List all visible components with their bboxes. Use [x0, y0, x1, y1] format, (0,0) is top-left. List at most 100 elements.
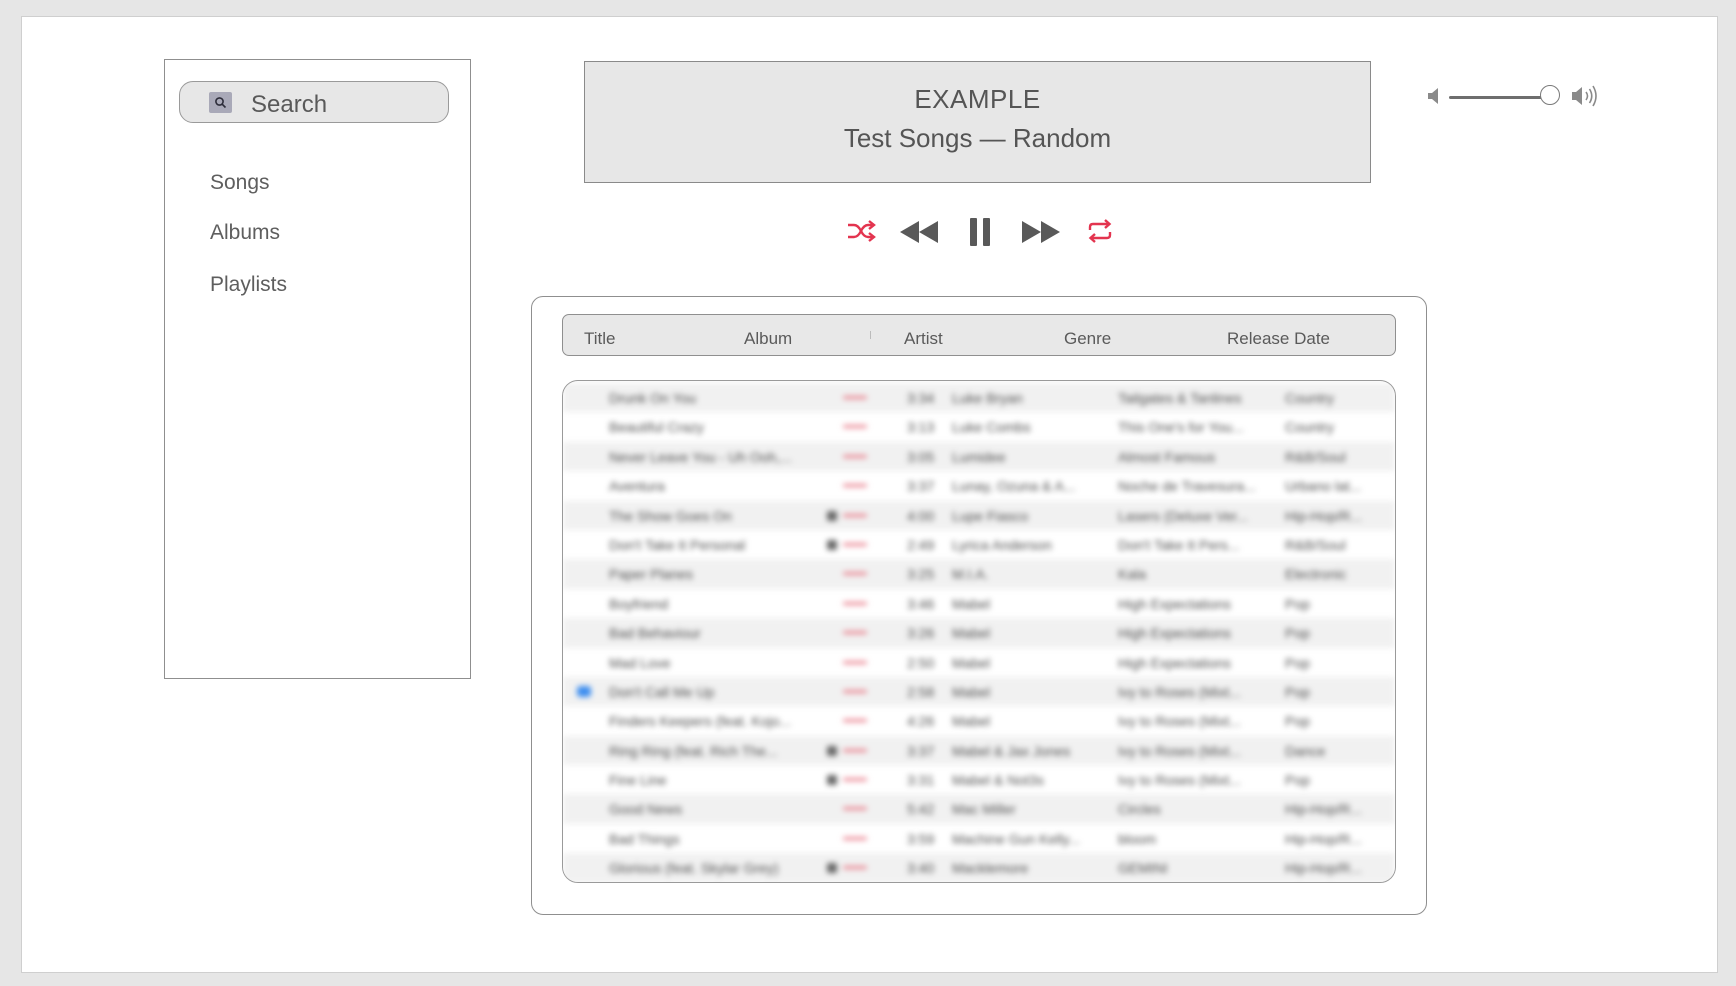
- track-title: Fine Line: [609, 772, 667, 789]
- track-album: Circles: [1118, 801, 1161, 818]
- table-row[interactable]: Ring Ring (feat. Rich The... 3:37 Mabel & …: [563, 735, 1395, 766]
- love-icon[interactable]: [843, 689, 867, 693]
- track-genre: Pop: [1285, 625, 1310, 642]
- table-row[interactable]: Fine Line 3:31 Mabel & Not3s Ivy to Roses (…: [563, 765, 1395, 794]
- explicit-badge-icon: [827, 863, 837, 874]
- volume-slider-knob[interactable]: [1540, 85, 1560, 105]
- track-album: Ivy to Roses (Mixt...: [1118, 683, 1241, 700]
- table-row[interactable]: Mad Love 2:50 Mabel High Expectations Pop: [563, 648, 1395, 677]
- column-divider: [870, 331, 871, 339]
- track-album: Noche de Travesura...: [1118, 478, 1256, 495]
- track-time: 3:13: [907, 419, 935, 436]
- table-row[interactable]: Don't Call Me Up 2:58 Mabel Ivy to Roses (M…: [563, 676, 1395, 707]
- track-title: Paper Planes: [609, 566, 694, 583]
- table-row[interactable]: Finders Keepers (feat. Kojo... 4:26 Mabel I…: [563, 706, 1395, 735]
- track-genre: Dance: [1285, 742, 1326, 759]
- table-row[interactable]: Boyfriend 3:46 Mabel High Expectations Pop: [563, 589, 1395, 618]
- track-artist: Mabel: [952, 713, 991, 730]
- love-icon[interactable]: [843, 748, 867, 752]
- track-time: 3:40: [907, 860, 935, 877]
- love-icon[interactable]: [843, 866, 867, 870]
- track-title: Don't Call Me Up: [609, 683, 715, 700]
- fast-forward-icon[interactable]: [1020, 219, 1062, 245]
- track-genre: Country: [1285, 390, 1335, 406]
- track-title: Bad Behaviour: [609, 625, 701, 642]
- love-icon[interactable]: [843, 631, 867, 635]
- column-header-genre[interactable]: Genre: [1064, 329, 1111, 349]
- love-icon[interactable]: [843, 778, 867, 782]
- love-icon[interactable]: [843, 719, 867, 723]
- table-row[interactable]: Glorious (feat. Skylar Grey) 3:40 Macklemo…: [563, 853, 1395, 882]
- now-playing-display: EXAMPLE Test Songs — Random: [584, 61, 1371, 183]
- track-artist: Lunay, Ozuna & A...: [952, 478, 1076, 495]
- track-album: Lasers (Deluxe Ver...: [1118, 507, 1248, 524]
- shuffle-icon[interactable]: [846, 219, 876, 243]
- column-header-title[interactable]: Title: [584, 329, 616, 349]
- now-playing-subtitle: Test Songs — Random: [843, 123, 1112, 153]
- sidebar-item-playlists[interactable]: Playlists: [210, 273, 287, 297]
- track-artist: Mabel: [952, 654, 991, 671]
- table-row[interactable]: The Show Goes On 4:00 Lupe Fiasco Lasers (D…: [563, 500, 1395, 530]
- love-icon[interactable]: [843, 425, 867, 429]
- explicit-badge-icon: [827, 775, 837, 786]
- library-panel: Title Album Artist Genre Release Date Dr…: [531, 296, 1427, 915]
- track-time: 3:26: [907, 625, 935, 642]
- love-icon[interactable]: [843, 454, 867, 458]
- sidebar-item-songs[interactable]: Songs: [210, 171, 270, 195]
- track-time: 3:25: [907, 566, 935, 583]
- track-artist: Mabel & Jax Jones: [952, 742, 1071, 759]
- sidebar-item-albums[interactable]: Albums: [210, 221, 280, 245]
- table-row[interactable]: Good News 5:42 Mac Miller Circles Hip-Hop/R.…: [563, 794, 1395, 824]
- love-icon[interactable]: [843, 601, 867, 605]
- track-title: Bad Things: [609, 830, 680, 847]
- search-field[interactable]: Search: [179, 81, 449, 123]
- track-genre: Pop: [1285, 713, 1310, 730]
- column-header-release-date[interactable]: Release Date: [1227, 329, 1330, 349]
- table-row[interactable]: Bad Things 3:59 Machine Gun Kelly... bloom H…: [563, 824, 1395, 853]
- track-time: 3:37: [907, 742, 935, 759]
- track-time: 5:42: [907, 801, 935, 818]
- column-header-bar: Title Album Artist Genre Release Date: [562, 314, 1396, 356]
- table-row[interactable]: Aventura 3:37 Lunay, Ozuna & A... Noche de …: [563, 471, 1395, 500]
- love-icon[interactable]: [843, 836, 867, 840]
- table-row[interactable]: Beautiful Crazy 3:13 Luke Combs This One's …: [563, 412, 1395, 441]
- love-icon[interactable]: [843, 807, 867, 811]
- table-row[interactable]: Never Leave You - Uh Ooh,... 3:05 Lumidee A…: [563, 441, 1395, 472]
- track-album: Ivy to Roses (Mixt...: [1118, 772, 1241, 789]
- explicit-badge-icon: [827, 510, 837, 521]
- volume-control: [1427, 77, 1627, 117]
- table-row[interactable]: Paper Planes 3:25 M.I.A. Kala Electronic: [563, 559, 1395, 589]
- love-icon[interactable]: [843, 484, 867, 488]
- love-icon[interactable]: [843, 513, 867, 517]
- volume-low-icon[interactable]: [1427, 85, 1443, 107]
- track-title: Drunk On You: [609, 390, 697, 406]
- table-row[interactable]: Bad Behaviour 3:26 Mabel High Expectations P…: [563, 618, 1395, 648]
- pause-icon[interactable]: [967, 216, 993, 248]
- track-album: Kala: [1118, 566, 1147, 583]
- track-artist: Mabel: [952, 595, 991, 612]
- now-playing-title: EXAMPLE: [914, 84, 1041, 114]
- track-list[interactable]: Drunk On You 3:34 Luke Bryan Tailgates & Ta…: [562, 380, 1396, 883]
- track-artist: Mabel: [952, 683, 991, 700]
- track-title: Never Leave You - Uh Ooh,...: [609, 448, 792, 465]
- track-genre: R&B/Soul: [1285, 536, 1346, 553]
- column-header-artist[interactable]: Artist: [904, 329, 943, 349]
- love-icon[interactable]: [843, 660, 867, 664]
- track-time: 3:05: [907, 448, 935, 465]
- track-album: Don't Take It Pers...: [1118, 536, 1240, 553]
- track-title: Glorious (feat. Skylar Grey): [609, 860, 779, 877]
- volume-high-icon[interactable]: [1571, 83, 1601, 109]
- track-genre: Pop: [1285, 654, 1310, 671]
- track-genre: R&B/Soul: [1285, 448, 1346, 465]
- rewind-icon[interactable]: [898, 219, 940, 245]
- track-genre: Hip-Hop/R...: [1285, 860, 1363, 877]
- table-row[interactable]: Don't Take It Personal 2:49 Lyrica Anderso…: [563, 530, 1395, 559]
- love-icon[interactable]: [843, 396, 867, 399]
- love-icon[interactable]: [843, 542, 867, 546]
- love-icon[interactable]: [843, 572, 867, 576]
- repeat-icon[interactable]: [1086, 218, 1114, 244]
- track-genre: Country: [1285, 419, 1335, 436]
- table-row[interactable]: Drunk On You 3:34 Luke Bryan Tailgates & Ta…: [563, 383, 1395, 413]
- track-album: High Expectations: [1118, 654, 1231, 671]
- column-header-album[interactable]: Album: [744, 329, 792, 349]
